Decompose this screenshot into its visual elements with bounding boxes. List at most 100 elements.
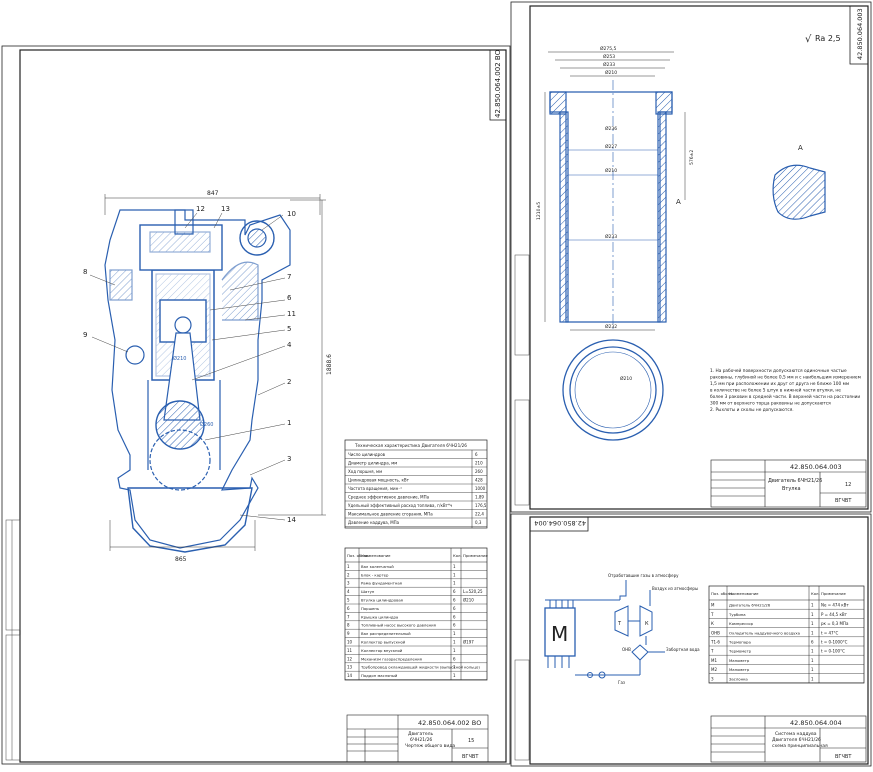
parts-cell: 6 (811, 640, 814, 645)
dim-body-3: Ø233 (605, 233, 617, 240)
title-line1-sheet2: Двигатель 6ЧН21/26 (768, 478, 822, 484)
characteristics-table: Техническая характеристика Двигателя 6ЧН… (344, 439, 488, 529)
parts-cell: Nе = 474 кВт (821, 603, 849, 608)
label-water: Забортная вода (666, 647, 700, 652)
parts-cell: Термопара (728, 640, 751, 645)
liner-top-dims: Ø275,5 Ø253 Ø233 Ø210 (600, 45, 617, 76)
char-row-value: 260 (475, 469, 483, 474)
callout-11: 11 (287, 310, 296, 318)
sheet-boost-scheme: 42.850.064.004 M Отработавшие газы в атм… (510, 513, 872, 767)
parts-cell: Манометр (729, 658, 750, 663)
note-line: раковины, глубиной не более 0,5 мм и с н… (710, 374, 861, 381)
title-code-sheet3: 42.850.064.004 (790, 719, 842, 727)
char-table-title: Техническая характеристика Двигателя 6ЧН… (354, 443, 467, 448)
parts-cell: 12 (347, 656, 353, 661)
parts-header: Наименование (361, 553, 391, 558)
parts-cell: 1 (811, 621, 814, 626)
callout-7: 7 (287, 273, 291, 281)
liner-body-dims: Ø236 Ø227 Ø210 Ø233 Ø232 Ø210 (605, 125, 632, 382)
label-exhaust: Отработавшие газы в атмосферу (608, 573, 679, 578)
char-row-value: 428 (475, 478, 483, 483)
char-row-value: 1,89 (475, 495, 484, 500)
parts-cell: 9 (347, 631, 350, 636)
title-sheet-num-sheet1: 15 (468, 738, 474, 744)
sheet3-side-strips (514, 659, 530, 761)
note-line: 1. На рабочей поверхности допускаются од… (710, 367, 847, 374)
dim-crank: Ø260 (200, 421, 213, 428)
sheet2-code-rotated: 42.850.064.003 (856, 8, 864, 60)
label-cooler: ОНВ (622, 647, 631, 652)
callout-13: 13 (221, 205, 230, 213)
parts-cell: Вал коленчатый (361, 564, 394, 569)
dim-liner-length: 576±2 (689, 150, 695, 165)
parts-cell: Коллектор выпускной (361, 640, 406, 645)
char-row-name: Число цилиндров (348, 452, 386, 457)
char-row-name: Цилиндровая мощность, кВт (348, 478, 410, 483)
parts-cell: Механизм газораспределения (361, 656, 422, 661)
label-compressor: К (645, 621, 649, 627)
char-row-name: Удельный эффективный расход топлива, г/к… (348, 503, 452, 508)
char-row-name: Диаметр цилиндра, мм (348, 461, 397, 466)
parts-cell: ОНВ (711, 630, 720, 635)
parts-cell: Поршень (361, 606, 380, 611)
parts-cell: t = 0-100°С (821, 649, 845, 654)
parts-cell: 1 (453, 581, 456, 586)
title-org-sheet3: ВГЧВТ (835, 754, 852, 760)
note-line: 1,5 мм при расположении их друг от друга… (710, 381, 849, 387)
sheet1-code-rotated: 42.850.064.002 ВО (494, 49, 502, 118)
callout-12: 12 (196, 205, 205, 213)
parts-cell: Коллектор впускной (361, 648, 403, 653)
title-line2-sheet1: 6ЧН21/26 (410, 737, 432, 743)
parts-cell: 6 (453, 606, 456, 611)
drawing-canvas: 42.850.064.002 ВО 847 865 1888.6 Ø210 Ø2… (1, 1, 872, 767)
callout-14: 14 (287, 516, 296, 524)
char-row-name: Ход поршня, мм (348, 469, 382, 474)
engine-cross-section (104, 209, 291, 553)
parts-cell: 1 (453, 572, 456, 577)
parts-cell: Крышка цилиндра (361, 614, 398, 619)
sheet-liner-drawing: 42.850.064.003 √ Ra 2,5 А А Ø275,5 Ø253 … (510, 1, 872, 513)
parts-cell: Компрессор (729, 621, 754, 626)
parts-cell: 14 (347, 673, 353, 678)
char-row-value: 0,3 (475, 520, 482, 525)
parts-cell: Заслонка (729, 676, 748, 681)
char-row-value: 6 (475, 452, 478, 457)
parts-cell: Т (710, 612, 714, 617)
callout-4: 4 (287, 341, 292, 349)
parts-cell: 8 (347, 623, 350, 628)
label-air: Воздух из атмосферы (652, 586, 698, 591)
parts-cell: З (711, 676, 714, 681)
char-row-value: 176,5 (475, 503, 487, 508)
callout-5: 5 (287, 325, 291, 333)
callout-10: 10 (287, 210, 296, 218)
parts-header: Кол. (811, 591, 820, 596)
parts-cell: М1 (711, 658, 717, 663)
parts-cell: Рама фундаментная (361, 581, 402, 586)
parts-cell: 6 (453, 598, 456, 603)
technical-notes: 1. На рабочей поверхности допускаются од… (710, 367, 861, 413)
parts-cell: 1 (811, 603, 814, 608)
parts-cell: Вал распределительный (361, 631, 411, 636)
parts-cell: 1 (811, 612, 814, 617)
parts-cell: 1 (453, 640, 456, 645)
parts-cell: Ø197 (463, 640, 474, 645)
title-line1-sheet3: Система наддува (775, 731, 817, 737)
parts-cell: 4 (347, 589, 350, 594)
liner-ring-view (562, 339, 664, 441)
detail-a (772, 164, 826, 220)
parts-cell: М (711, 603, 715, 608)
callout-1: 1 (287, 419, 291, 427)
char-row-name: Частота вращения, мин⁻¹ (348, 486, 402, 491)
title-code-sheet1: 42.850.064.002 ВО (418, 719, 481, 727)
note-line: более 3 раковин в средней части. В верхн… (710, 393, 860, 400)
parts-cell: t = 47°С (821, 630, 839, 635)
parts-cell: 6 (453, 589, 456, 594)
parts-cell: Т (710, 649, 714, 654)
dim-bore: Ø210 (173, 355, 186, 362)
label-turbine: Т (617, 621, 622, 627)
parts-cell: 5 (347, 598, 350, 603)
note-line: 300 мм от верхнего торца раковины не доп… (710, 401, 831, 407)
parts-cell: Поддон масляный (361, 673, 398, 678)
title-line3-sheet1: Чертеж общего вида (405, 743, 455, 749)
parts-cell: 1 (347, 564, 350, 569)
